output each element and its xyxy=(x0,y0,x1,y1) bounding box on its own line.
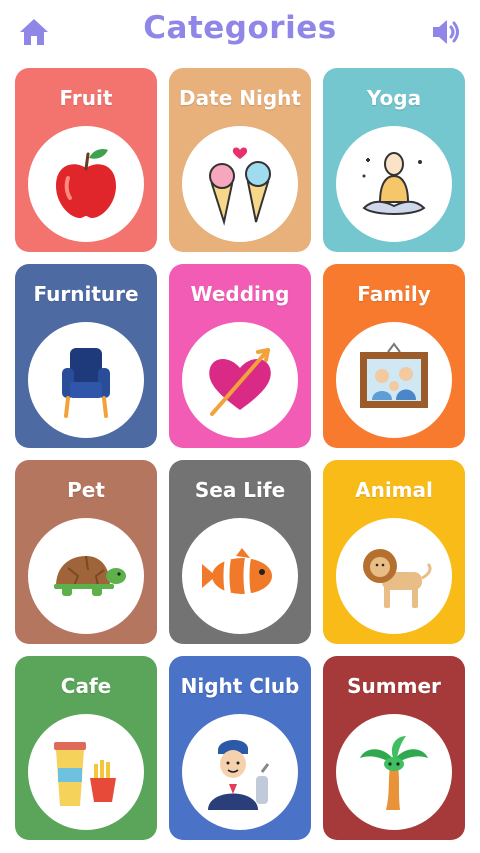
category-card-yoga[interactable]: Yoga xyxy=(323,68,465,252)
icon-circle xyxy=(336,714,452,830)
icon-circle xyxy=(336,126,452,242)
lion-icon xyxy=(363,549,432,608)
category-card-pet[interactable]: Pet xyxy=(15,460,157,644)
category-card-animal[interactable]: Animal xyxy=(323,460,465,644)
category-grid: Fruit Date Night Yoga Furniture Wedding … xyxy=(15,68,465,840)
icon-circle xyxy=(28,518,144,634)
category-card-sea-life[interactable]: Sea Life xyxy=(169,460,311,644)
palm-tree-icon xyxy=(360,736,428,810)
icon-circle xyxy=(28,714,144,830)
apple-icon xyxy=(56,148,116,218)
icon-circle xyxy=(28,126,144,242)
icon-circle xyxy=(182,322,298,438)
icon-circle xyxy=(28,322,144,438)
category-label: Sea Life xyxy=(194,478,286,502)
family-photo-icon xyxy=(360,342,428,408)
coffee-fries-icon xyxy=(54,742,116,806)
category-label: Animal xyxy=(355,478,433,502)
icon-circle xyxy=(336,518,452,634)
icon-circle xyxy=(182,518,298,634)
icon-circle xyxy=(182,126,298,242)
category-label: Fruit xyxy=(59,86,113,110)
category-card-cafe[interactable]: Cafe xyxy=(15,656,157,840)
category-card-night-club[interactable]: Night Club xyxy=(169,656,311,840)
category-card-fruit[interactable]: Fruit xyxy=(15,68,157,252)
category-card-family[interactable]: Family xyxy=(323,264,465,448)
bartender-icon xyxy=(208,739,270,810)
heart-arrow-icon xyxy=(209,348,271,416)
turtle-icon xyxy=(54,555,126,596)
category-card-wedding[interactable]: Wedding xyxy=(169,264,311,448)
category-label: Wedding xyxy=(190,282,290,306)
category-label: Summer xyxy=(347,674,441,698)
armchair-icon xyxy=(62,348,110,418)
header: Categories xyxy=(0,0,480,64)
category-card-date-night[interactable]: Date Night xyxy=(169,68,311,252)
page-title: Categories xyxy=(143,10,337,46)
category-card-furniture[interactable]: Furniture xyxy=(15,264,157,448)
category-label: Family xyxy=(357,282,431,306)
sound-button[interactable] xyxy=(426,12,466,52)
category-label: Cafe xyxy=(60,674,112,698)
category-card-summer[interactable]: Summer xyxy=(323,656,465,840)
category-label: Furniture xyxy=(33,282,139,306)
icon-circle xyxy=(182,714,298,830)
meditation-icon xyxy=(362,152,426,215)
icon-circle xyxy=(336,322,452,438)
clownfish-icon xyxy=(202,548,272,595)
category-label: Date Night xyxy=(179,86,301,110)
speaker-icon xyxy=(433,20,459,44)
category-label: Pet xyxy=(67,478,105,502)
category-label: Yoga xyxy=(366,86,422,110)
category-label: Night Club xyxy=(180,674,300,698)
ice-cream-icon xyxy=(209,147,271,226)
